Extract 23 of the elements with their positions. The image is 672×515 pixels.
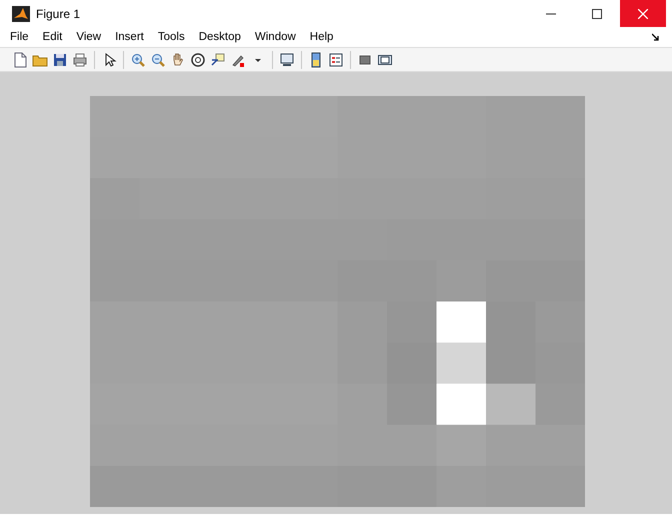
menu-item[interactable]: Insert [108,27,151,47]
save-icon[interactable] [52,52,68,68]
data-cursor-icon[interactable] [210,52,226,68]
close-icon[interactable] [638,8,648,18]
dock-arrow-icon[interactable] [652,33,660,41]
rotate-icon[interactable] [190,52,206,68]
new-file-icon[interactable] [12,52,28,68]
printer-icon[interactable] [72,52,88,68]
zoom-in-icon[interactable] [130,52,146,68]
window-title: Figure 1 [36,6,80,22]
menu-item[interactable]: Help [302,27,340,47]
menu-item[interactable]: View [69,27,108,47]
maximize-icon[interactable] [592,8,602,18]
legend-icon[interactable] [328,52,344,68]
menu-item[interactable]: Desktop [192,27,248,47]
menu-item[interactable]: File [3,27,36,47]
zoom-out-icon[interactable] [150,52,166,68]
close-button[interactable] [620,0,666,27]
menu-item[interactable]: Tools [150,27,192,47]
menu-item[interactable]: Edit [36,27,70,47]
menu-item[interactable]: Window [248,27,303,47]
linked-plot-icon[interactable] [279,52,295,68]
figure-app-icon [12,6,30,22]
